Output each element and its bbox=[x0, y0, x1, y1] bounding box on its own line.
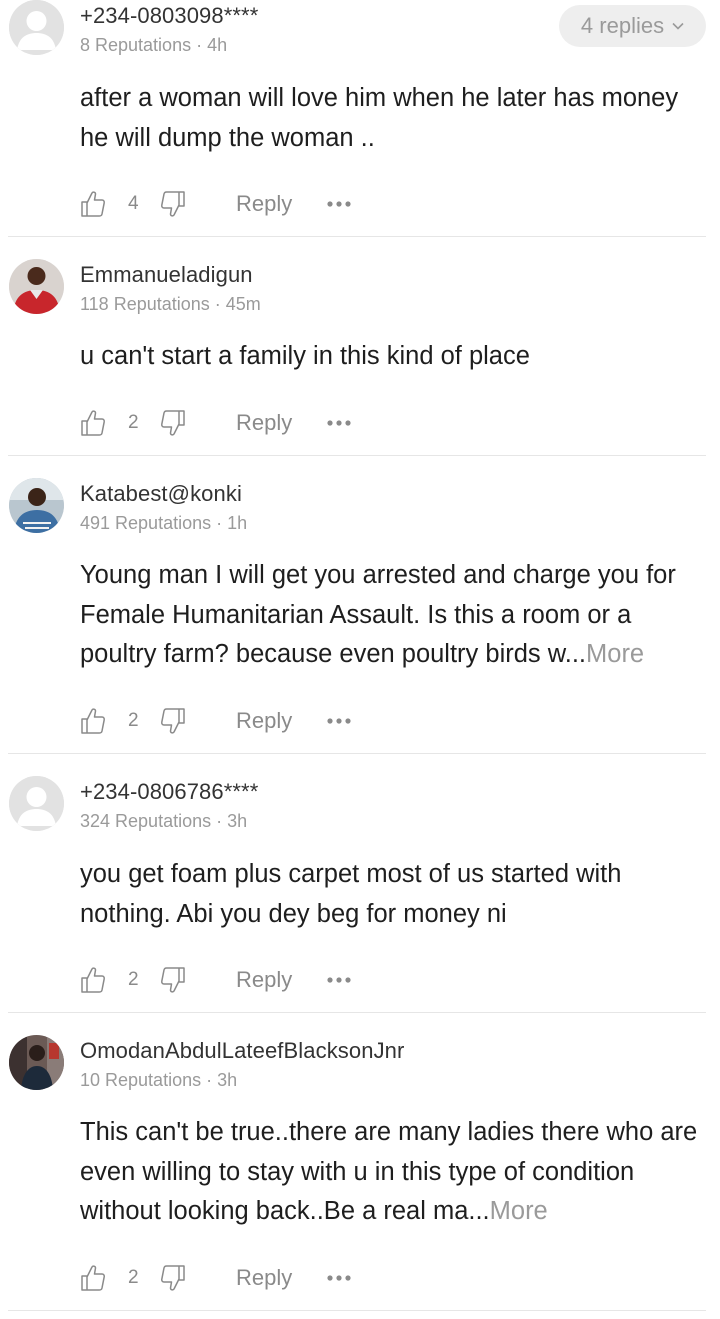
like-count: 4 bbox=[128, 193, 139, 214]
comment-time: 45m bbox=[225, 294, 261, 314]
comment-meta: 324 Reputations · 3h bbox=[80, 811, 247, 832]
comment-time: 1h bbox=[227, 513, 248, 533]
thumbs-down-icon[interactable] bbox=[160, 409, 186, 437]
thumbs-up-icon[interactable] bbox=[80, 190, 106, 218]
reputation-count: 8 Reputations bbox=[80, 35, 192, 55]
avatar[interactable] bbox=[9, 776, 64, 831]
comment-divider bbox=[8, 236, 706, 237]
thumbs-up-icon[interactable] bbox=[80, 409, 106, 437]
comment-actions: 2 Reply bbox=[80, 966, 380, 996]
avatar[interactable] bbox=[9, 478, 64, 533]
comment-username[interactable]: Katabest@konki bbox=[80, 481, 242, 507]
user-photo-icon bbox=[9, 1035, 64, 1090]
more-options-icon[interactable] bbox=[327, 419, 351, 427]
comment-text: after a woman will love him when he late… bbox=[80, 84, 679, 152]
meta-separator: · bbox=[209, 294, 226, 314]
comment-text-content: This can't be true..there are many ladie… bbox=[80, 1118, 698, 1225]
meta-separator: · bbox=[201, 1070, 218, 1090]
reply-button[interactable]: Reply bbox=[236, 410, 292, 436]
chevron-down-icon bbox=[672, 22, 684, 30]
comment-actions: 2 Reply bbox=[80, 409, 380, 439]
comment-username[interactable]: +234-0806786**** bbox=[80, 779, 258, 805]
thumbs-down-icon[interactable] bbox=[160, 190, 186, 218]
reply-button[interactable]: Reply bbox=[236, 967, 292, 993]
replies-label: 4 replies bbox=[580, 13, 665, 38]
comment-text: This can't be true..there are many ladie… bbox=[80, 1113, 702, 1232]
thumbs-up-icon[interactable] bbox=[80, 966, 106, 994]
replies-button[interactable]: 4 replies bbox=[559, 5, 706, 47]
more-options-icon[interactable] bbox=[327, 200, 351, 208]
meta-separator: · bbox=[211, 513, 228, 533]
like-count: 2 bbox=[128, 969, 139, 990]
more-options-icon[interactable] bbox=[327, 717, 351, 725]
thumbs-up-icon[interactable] bbox=[80, 1264, 106, 1292]
avatar[interactable] bbox=[9, 259, 64, 314]
comment-divider bbox=[8, 753, 706, 754]
reputation-count: 324 Reputations bbox=[80, 811, 212, 831]
like-count: 2 bbox=[128, 412, 139, 433]
thumbs-down-icon[interactable] bbox=[160, 966, 186, 994]
default-avatar-icon bbox=[9, 0, 64, 55]
comment-time: 3h bbox=[227, 811, 248, 831]
meta-separator: · bbox=[191, 35, 208, 55]
comment-meta: 118 Reputations · 45m bbox=[80, 294, 261, 315]
reputation-count: 10 Reputations bbox=[80, 1070, 202, 1090]
meta-separator: · bbox=[211, 811, 228, 831]
avatar[interactable] bbox=[9, 0, 64, 55]
comment-username[interactable]: +234-0803098**** bbox=[80, 3, 258, 29]
more-link[interactable]: More bbox=[490, 1197, 548, 1225]
comment-text: you get foam plus carpet most of us star… bbox=[80, 860, 622, 928]
reply-button[interactable]: Reply bbox=[236, 708, 292, 734]
more-options-icon[interactable] bbox=[327, 1274, 351, 1282]
like-count: 2 bbox=[128, 1267, 139, 1288]
comment-username[interactable]: OmodanAbdulLateefBlacksonJnr bbox=[80, 1038, 404, 1064]
comment-time: 4h bbox=[207, 35, 228, 55]
thumbs-down-icon[interactable] bbox=[160, 1264, 186, 1292]
reputation-count: 118 Reputations bbox=[80, 294, 210, 314]
comment-time: 3h bbox=[217, 1070, 238, 1090]
more-options-icon[interactable] bbox=[327, 976, 351, 984]
avatar[interactable] bbox=[9, 1035, 64, 1090]
user-photo-icon bbox=[9, 259, 64, 314]
comment-username[interactable]: Emmanueladigun bbox=[80, 262, 253, 288]
comment-text: u can't start a family in this kind of p… bbox=[80, 342, 530, 370]
comment-meta: 10 Reputations · 3h bbox=[80, 1070, 237, 1091]
comment-text: Young man I will get you arrested and ch… bbox=[80, 556, 702, 675]
comment-meta: 8 Reputations · 4h bbox=[80, 35, 227, 56]
comment-divider bbox=[8, 455, 706, 456]
default-avatar-icon bbox=[9, 776, 64, 831]
thumbs-down-icon[interactable] bbox=[160, 707, 186, 735]
comment-actions: 2 Reply bbox=[80, 1264, 380, 1294]
comment-actions: 2 Reply bbox=[80, 707, 380, 737]
comment-meta: 491 Reputations · 1h bbox=[80, 513, 247, 534]
reply-button[interactable]: Reply bbox=[236, 1265, 292, 1291]
comment-divider bbox=[8, 1310, 706, 1311]
reply-button[interactable]: Reply bbox=[236, 191, 292, 217]
reputation-count: 491 Reputations bbox=[80, 513, 212, 533]
comment-divider bbox=[8, 1012, 706, 1013]
more-link[interactable]: More bbox=[586, 640, 644, 668]
like-count: 2 bbox=[128, 710, 139, 731]
thumbs-up-icon[interactable] bbox=[80, 707, 106, 735]
user-photo-icon bbox=[9, 478, 64, 533]
comment-actions: 4 Reply bbox=[80, 190, 380, 220]
